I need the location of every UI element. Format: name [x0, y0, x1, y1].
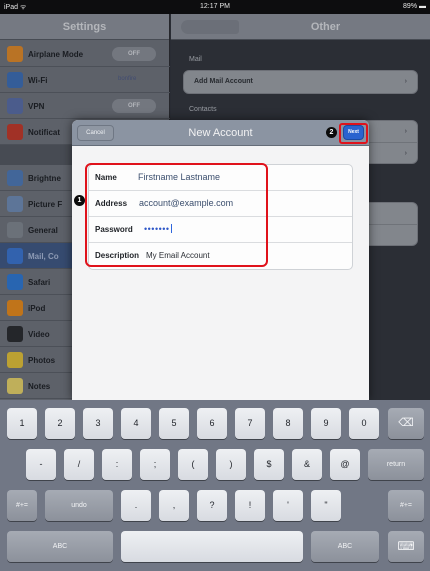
clock: 12:17 PM [200, 3, 230, 10]
key-comma[interactable]: , [159, 490, 189, 521]
key-at[interactable]: @ [330, 449, 360, 480]
step-1-badge: 1 [74, 195, 85, 206]
form-fields-highlight [85, 163, 268, 267]
key-quote[interactable]: " [311, 490, 341, 521]
key-apostrophe[interactable]: ' [273, 490, 303, 521]
symbols-key-left[interactable]: #+= [7, 490, 37, 521]
key-4[interactable]: 4 [121, 408, 151, 439]
dialog-title: New Account [188, 127, 253, 139]
space-key[interactable] [121, 531, 303, 562]
key-dash[interactable]: - [26, 449, 56, 480]
symbols-key-right[interactable]: #+= [388, 490, 424, 521]
key-question[interactable]: ? [197, 490, 227, 521]
abc-key-right[interactable]: ABC [311, 531, 379, 562]
key-semicolon[interactable]: ; [140, 449, 170, 480]
backspace-key[interactable]: ⌫ [388, 408, 424, 439]
key-5[interactable]: 5 [159, 408, 189, 439]
key-exclamation[interactable]: ! [235, 490, 265, 521]
key-6[interactable]: 6 [197, 408, 227, 439]
key-colon[interactable]: : [102, 449, 132, 480]
key-0[interactable]: 0 [349, 408, 379, 439]
return-key[interactable]: return [368, 449, 424, 480]
key-slash[interactable]: / [64, 449, 94, 480]
key-9[interactable]: 9 [311, 408, 341, 439]
key-open-paren[interactable]: ( [178, 449, 208, 480]
battery-indicator: 89% ▬ [403, 3, 426, 10]
key-period[interactable]: . [121, 490, 151, 521]
abc-key-left[interactable]: ABC [7, 531, 113, 562]
next-button-highlight [339, 123, 368, 144]
key-7[interactable]: 7 [235, 408, 265, 439]
step-2-badge: 2 [326, 127, 337, 138]
status-bar: iPad ᯤ 12:17 PM 89% ▬ [0, 0, 430, 14]
key-1[interactable]: 1 [7, 408, 37, 439]
key-2[interactable]: 2 [45, 408, 75, 439]
undo-key[interactable]: undo [45, 490, 113, 521]
key-close-paren[interactable]: ) [216, 449, 246, 480]
key-8[interactable]: 8 [273, 408, 303, 439]
dialog-navbar: Cancel New Account 2 Next [72, 120, 369, 146]
keyboard-dismiss-icon[interactable]: ⌨ [388, 531, 424, 562]
key-dollar[interactable]: $ [254, 449, 284, 480]
onscreen-keyboard: 1 2 3 4 5 6 7 8 9 0 ⌫ - / : ; ( ) $ & @ … [0, 400, 430, 571]
key-ampersand[interactable]: & [292, 449, 322, 480]
key-3[interactable]: 3 [83, 408, 113, 439]
